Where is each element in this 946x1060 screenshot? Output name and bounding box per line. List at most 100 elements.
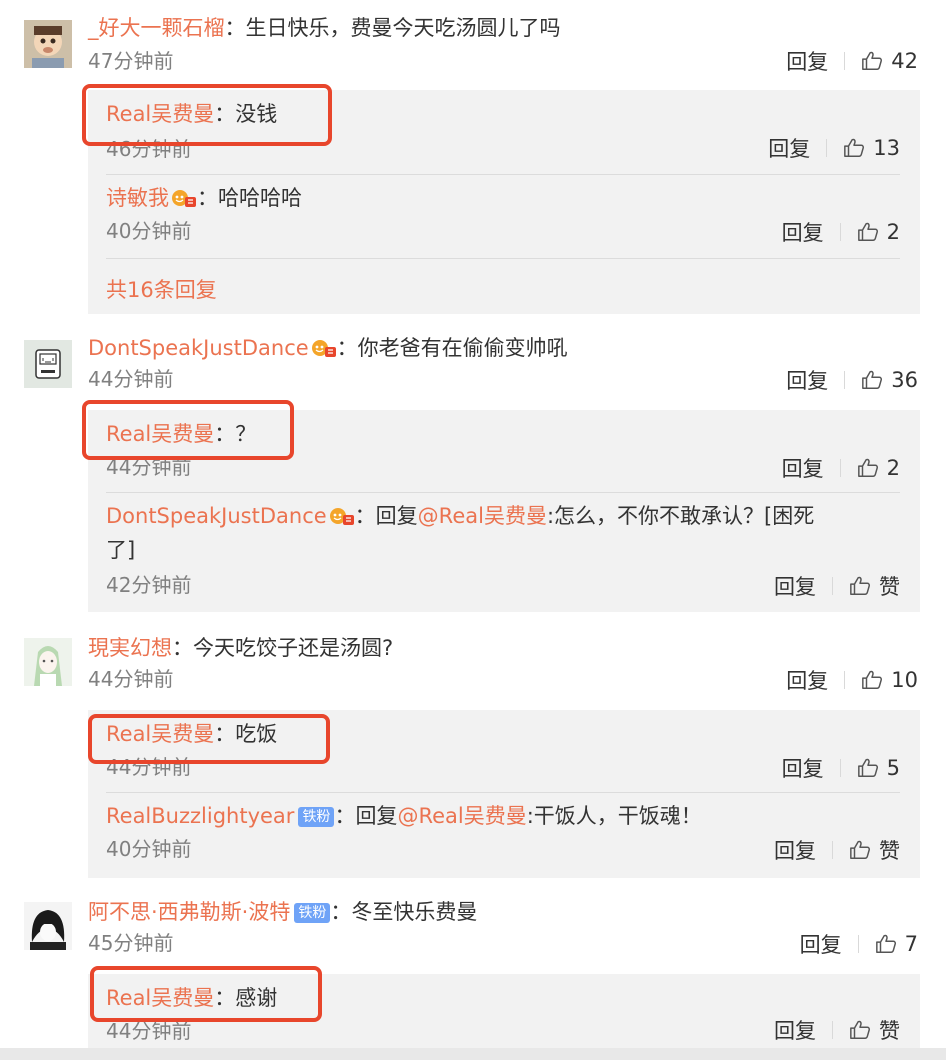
reply-button[interactable]: 回复 <box>774 571 816 601</box>
reply-button[interactable]: 回复 <box>774 835 816 865</box>
thumbs-up-icon <box>849 839 871 861</box>
fan-badge: 铁粉 <box>294 903 331 923</box>
thumbs-up-icon <box>875 933 897 955</box>
thumbs-up-icon <box>857 457 879 479</box>
username-link[interactable]: 阿不思·西弗勒斯·波特 <box>88 900 290 924</box>
like-button[interactable]: 赞 <box>849 1015 900 1045</box>
comment-text-line: 阿不思·西弗勒斯·波特 铁粉 ：冬至快乐费曼 <box>88 900 478 924</box>
divider <box>826 139 828 157</box>
reply-actions: 回复 2 <box>782 218 900 246</box>
reply-text-line: 诗敏我 ：哈哈哈哈 <box>106 186 302 210</box>
thumbs-up-icon <box>857 757 879 779</box>
avatar[interactable] <box>24 902 72 950</box>
like-button[interactable]: 2 <box>857 456 900 480</box>
divider <box>844 671 846 689</box>
like-button[interactable]: 赞 <box>849 835 900 865</box>
like-count: 赞 <box>879 575 900 599</box>
reply-time: 42分钟前 <box>106 573 192 597</box>
username-link[interactable]: DontSpeakJustDance <box>106 504 327 528</box>
divider <box>106 492 900 493</box>
like-count: 13 <box>873 136 900 160</box>
reply-button[interactable]: 回复 <box>782 753 824 783</box>
vip-badge-icon <box>329 506 355 526</box>
like-button[interactable]: 7 <box>875 932 918 956</box>
mention-link[interactable]: @Real吴费曼 <box>397 804 526 828</box>
comment-actions: 回复 36 <box>786 366 918 394</box>
thumbs-up-icon <box>849 1019 871 1041</box>
comment-text-line: 現実幻想：今天吃饺子还是汤圆? <box>88 636 394 660</box>
vip-badge-icon <box>311 338 337 358</box>
comment-actions: 回复 7 <box>800 930 918 958</box>
username-link[interactable]: _好大一颗石榴 <box>88 16 225 40</box>
divider <box>832 841 833 859</box>
mention-link[interactable]: @Real吴费曼 <box>418 504 547 528</box>
reply-button[interactable]: 回复 <box>782 217 824 247</box>
reply-button[interactable]: 回复 <box>800 929 842 959</box>
like-count: 2 <box>886 456 900 480</box>
reply-button[interactable]: 回复 <box>782 453 824 483</box>
like-button[interactable]: 5 <box>857 756 900 780</box>
reply-time: 40分钟前 <box>106 837 192 861</box>
like-count: 42 <box>891 49 918 73</box>
like-count: 赞 <box>879 1019 900 1043</box>
thumbs-up-icon <box>861 50 883 72</box>
reply-button[interactable]: 回复 <box>786 46 828 76</box>
thumbs-up-icon <box>857 221 879 243</box>
thumbs-up-icon <box>861 669 883 691</box>
like-button[interactable]: 2 <box>857 220 900 244</box>
like-button[interactable]: 赞 <box>849 571 900 601</box>
divider <box>839 459 841 477</box>
avatar[interactable] <box>24 20 72 68</box>
divider <box>839 759 841 777</box>
view-more-replies-link[interactable]: 共16条回复 <box>106 274 217 304</box>
avatar[interactable] <box>24 340 72 388</box>
comment-time: 47分钟前 <box>88 49 174 73</box>
divider <box>844 52 846 70</box>
like-count: 赞 <box>879 839 900 863</box>
thumbs-up-icon <box>849 575 871 597</box>
reply-actions: 回复 13 <box>768 134 900 162</box>
reply-text: 哈哈哈哈 <box>218 186 302 210</box>
reply-text: :干饭人，干饭魂！ <box>526 804 702 828</box>
reply-button[interactable]: 回复 <box>774 1015 816 1045</box>
comment-time: 44分钟前 <box>88 367 174 391</box>
highlight-box <box>82 400 294 460</box>
bottom-edge <box>0 1048 946 1060</box>
divider <box>832 577 833 595</box>
highlight-box <box>82 84 332 146</box>
reply-button[interactable]: 回复 <box>786 665 828 695</box>
reply-button[interactable]: 回复 <box>768 133 810 163</box>
like-count: 36 <box>891 368 918 392</box>
username-link[interactable]: 現実幻想 <box>88 636 172 660</box>
thumbs-up-icon <box>861 369 883 391</box>
reply-actions: 回复 赞 <box>774 836 900 864</box>
fan-badge: 铁粉 <box>298 807 335 827</box>
like-count: 5 <box>886 756 900 780</box>
like-button[interactable]: 10 <box>861 668 918 692</box>
like-button[interactable]: 36 <box>861 368 918 392</box>
reply-time: 40分钟前 <box>106 219 192 243</box>
reply-button[interactable]: 回复 <box>786 365 828 395</box>
like-count: 7 <box>904 932 918 956</box>
divider <box>106 792 900 793</box>
comment-actions: 回复 42 <box>786 47 918 75</box>
comment-time: 45分钟前 <box>88 931 174 955</box>
username-link[interactable]: DontSpeakJustDance <box>88 336 309 360</box>
like-button[interactable]: 13 <box>843 136 900 160</box>
username-link[interactable]: 诗敏我 <box>106 186 169 210</box>
username-link[interactable]: RealBuzzlightyear <box>106 804 294 828</box>
reply-actions: 回复 5 <box>782 754 900 782</box>
reply-text: :怎么，不你不敢承认？[困死 <box>546 504 815 528</box>
comment-text: 冬至快乐费曼 <box>351 900 478 924</box>
comment-text-line: DontSpeakJustDance ：你老爸有在偷偷变帅吼 <box>88 336 568 360</box>
thumbs-up-icon <box>843 137 865 159</box>
comment-text: 今天吃饺子还是汤圆? <box>193 636 394 660</box>
vip-badge-icon <box>171 188 197 208</box>
reply-text-line: DontSpeakJustDance ：回复@Real吴费曼:怎么，不你不敢承认？… <box>106 504 815 528</box>
divider <box>844 371 846 389</box>
like-button[interactable]: 42 <box>861 49 918 73</box>
avatar[interactable] <box>24 638 72 686</box>
reply-actions: 回复 赞 <box>774 572 900 600</box>
reply-text-continued: 了] <box>106 538 136 562</box>
highlight-box <box>90 966 322 1022</box>
